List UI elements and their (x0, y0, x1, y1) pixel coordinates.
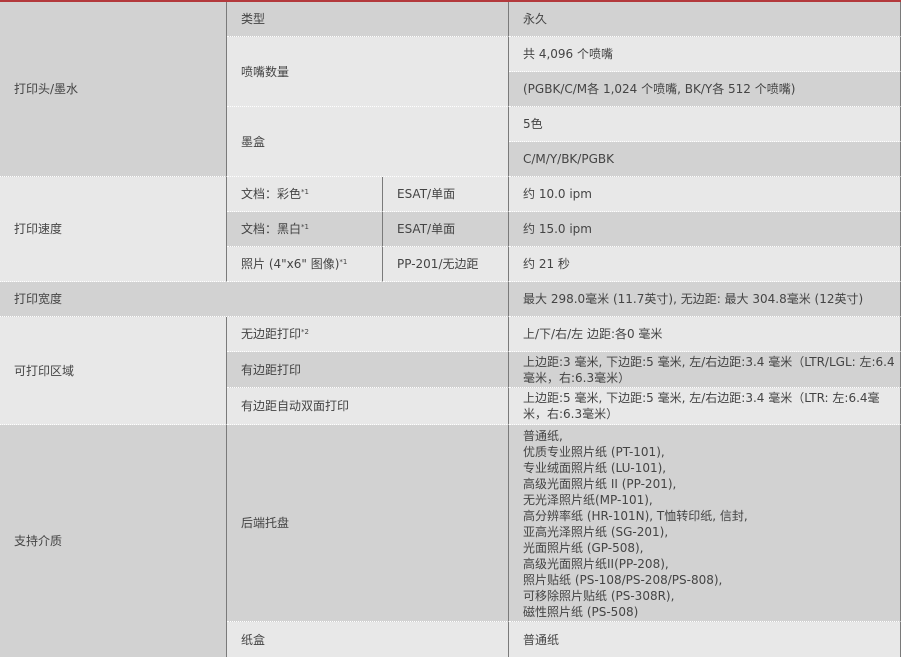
media-item: 可移除照片贴纸 (PS-308R), (523, 589, 675, 603)
media-item: 亚高光泽照片纸 (SG-201), (523, 525, 669, 539)
footnote-marker: *1 (301, 223, 309, 231)
media-item: 光面照片纸 (GP-508), (523, 541, 644, 555)
section-label-media: 支持介质 (0, 425, 227, 657)
footnote-marker: *2 (301, 328, 309, 336)
section-label-printhead: 打印头/墨水 (0, 2, 227, 177)
borderless-label-text: 无边距打印 (241, 327, 302, 341)
speed-value-color: 约 10.0 ipm (509, 177, 901, 212)
nozzle-total: 共 4,096 个喷嘴 (509, 37, 901, 72)
duplex-value: 上边距:5 毫米, 下边距:5 毫米, 左/右边距:3.4 毫米（LTR: 左:… (509, 388, 901, 425)
footnote-marker: *1 (339, 258, 348, 266)
speed-value-photo: 约 21 秒 (509, 247, 901, 282)
speed-mode-photo: PP-201/无边距 (383, 247, 509, 282)
media-item: 磁性照片纸 (PS-508) (523, 605, 639, 619)
speed-mode-color: ESAT/单面 (383, 177, 509, 212)
borderless-label: 无边距打印 *2 (227, 317, 509, 352)
bordered-label: 有边距打印 (227, 352, 509, 388)
media-item: 普通纸, (523, 429, 563, 443)
ink-colors: C/M/Y/BK/PGBK (509, 142, 901, 177)
footnote-marker: *1 (301, 188, 309, 196)
bordered-value: 上边距:3 毫米, 下边距:5 毫米, 左/右边距:3.4 毫米（LTR/LGL… (509, 352, 901, 388)
nozzle-detail: (PGBK/C/M各 1,024 个喷嘴, BK/Y各 512 个喷嘴) (509, 72, 901, 107)
duplex-label: 有边距自动双面打印 (227, 388, 509, 425)
media-item: 无光泽照片纸(MP-101), (523, 493, 653, 507)
borderless-value: 上/下/右/左 边距:各0 毫米 (509, 317, 901, 352)
type-label: 类型 (227, 2, 509, 37)
section-label-speed: 打印速度 (0, 177, 227, 282)
section-label-width: 打印宽度 (0, 282, 509, 317)
media-item: 照片贴纸 (PS-108/PS-208/PS-808), (523, 573, 723, 587)
spec-table: 打印头/墨水 类型 永久 喷嘴数量 共 4,096 个喷嘴 (PGBK/C/M各… (0, 0, 901, 657)
speed-item-mono-label: 文档：黑白 (241, 222, 302, 236)
ink-count: 5色 (509, 107, 901, 142)
speed-item-mono: 文档：黑白 *1 (227, 212, 383, 247)
type-value: 永久 (509, 2, 901, 37)
section-label-area: 可打印区域 (0, 317, 227, 425)
speed-item-photo-label: 照片 (4"x6" 图像) (241, 257, 340, 271)
rear-tray-media-list: 普通纸, 优质专业照片纸 (PT-101), 专业绒面照片纸 (LU-101),… (509, 425, 901, 622)
media-item: 专业绒面照片纸 (LU-101), (523, 461, 667, 475)
nozzle-label: 喷嘴数量 (227, 37, 509, 107)
media-item: 高级光面照片纸 II (PP-201), (523, 477, 677, 491)
speed-mode-mono: ESAT/单面 (383, 212, 509, 247)
media-item: 优质专业照片纸 (PT-101), (523, 445, 665, 459)
speed-item-photo: 照片 (4"x6" 图像) *1 (227, 247, 383, 282)
speed-item-color: 文档：彩色 *1 (227, 177, 383, 212)
print-width-value: 最大 298.0毫米 (11.7英寸), 无边距: 最大 304.8毫米 (12… (509, 282, 901, 317)
cassette-label: 纸盒 (227, 622, 509, 657)
speed-value-mono: 约 15.0 ipm (509, 212, 901, 247)
rear-tray-label: 后端托盘 (227, 425, 509, 622)
media-item: 高分辨率纸 (HR-101N), T恤转印纸, 信封, (523, 509, 748, 523)
media-item: 高级光面照片纸II(PP-208), (523, 557, 669, 571)
speed-item-color-label: 文档：彩色 (241, 187, 302, 201)
cassette-value: 普通纸 (509, 622, 901, 657)
ink-label: 墨盒 (227, 107, 509, 177)
